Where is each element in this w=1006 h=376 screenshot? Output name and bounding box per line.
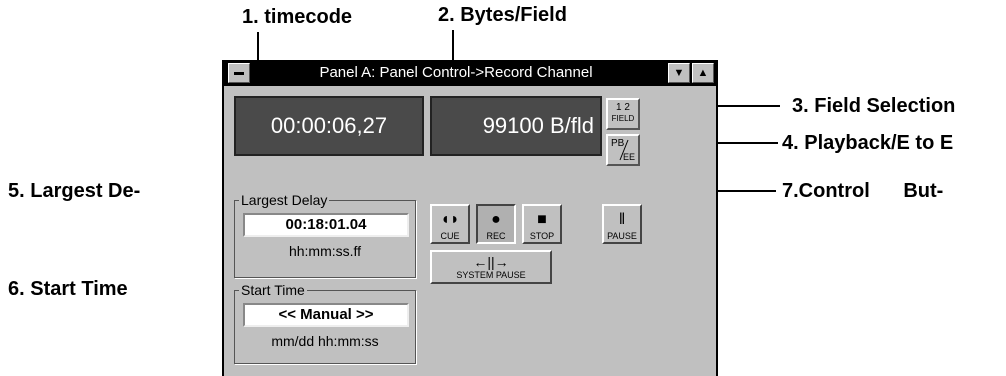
system-menu-icon[interactable] [228,63,250,83]
callout-largest-delay: 5. Largest De- [8,180,141,202]
stop-button[interactable]: ■ STOP [522,204,562,244]
callout-start-time: 6. Start Time [8,278,128,300]
record-icon: ● [491,211,501,228]
pause-icon: ‖ [618,211,626,228]
stop-icon: ■ [537,211,547,228]
largest-delay-format: hh:mm:ss.ff [288,243,362,259]
callout-bytes-field: 2. Bytes/Field [438,4,567,26]
field-selection-button[interactable]: 1 2 FIELD [606,98,640,130]
field-numbers-label: 1 2 [616,102,630,113]
callout-playback: 4. Playback/E to E [782,132,954,154]
largest-delay-field[interactable]: 00:18:01.04 [243,213,409,237]
rec-label: REC [486,231,506,241]
cue-button[interactable]: ◖◗ CUE [430,204,470,244]
rec-button[interactable]: ● REC [476,204,516,244]
system-pause-label: SYSTEM PAUSE [456,270,526,280]
scroll-up-button[interactable]: ▲ [692,63,714,83]
largest-delay-group: Largest Delay 00:18:01.04 hh:mm:ss.ff [234,192,416,278]
system-pause-button[interactable]: ←||→ SYSTEM PAUSE [430,250,552,284]
pause-button[interactable]: ‖ PAUSE [602,204,642,244]
cue-label: CUE [440,231,460,241]
callout-control-text: 7.Control But- [782,180,944,202]
cue-icon: ◖◗ [440,211,460,228]
record-channel-window: Panel A: Panel Control->Record Channel ▼… [222,60,718,376]
start-time-group: Start Time << Manual >> mm/dd hh:mm:ss [234,282,416,364]
callout-control-buttons: 7.Control But- [782,180,943,203]
pause-label: PAUSE [607,231,637,241]
window-title: Panel A: Panel Control->Record Channel [319,64,593,81]
scroll-down-button[interactable]: ▼ [668,63,690,83]
stop-label: STOP [529,231,555,241]
field-label: FIELD [611,114,635,123]
slash-icon [619,139,629,161]
start-time-field[interactable]: << Manual >> [243,303,409,327]
system-pause-icon: ←||→ [473,254,509,270]
title-bar: Panel A: Panel Control->Record Channel ▼… [224,60,716,86]
callout-timecode: 1. timecode [242,6,353,28]
playback-ee-button[interactable]: PB EE [606,134,640,166]
largest-delay-legend: Largest Delay [239,192,330,208]
callout-field-selection: 3. Field Selection [792,95,956,117]
timecode-display: 00:00:06,27 [234,96,424,156]
start-time-legend: Start Time [239,282,307,298]
bytes-per-field-display: 99100 B/fld [430,96,602,156]
start-time-format: mm/dd hh:mm:ss [271,333,379,349]
